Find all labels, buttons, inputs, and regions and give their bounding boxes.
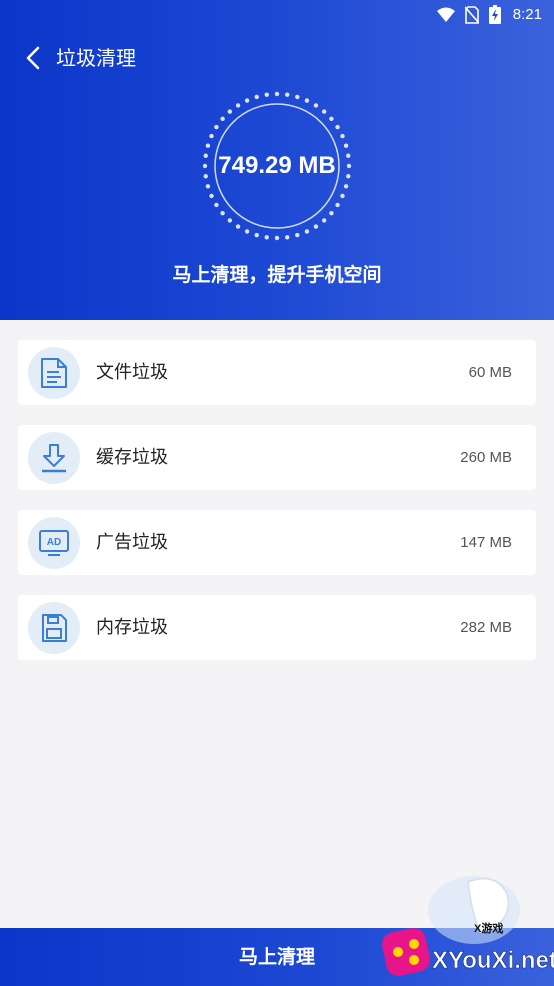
- list-item-file-junk[interactable]: 文件垃圾 60 MB: [18, 340, 536, 405]
- clean-subtitle: 马上清理，提升手机空间: [172, 264, 382, 286]
- list-item-size: 282 MB: [460, 619, 512, 636]
- status-bar: 8:21: [0, 0, 554, 30]
- page-title: 垃圾清理: [56, 46, 136, 70]
- list-item-size: 260 MB: [460, 449, 512, 466]
- status-time: 8:21: [512, 6, 542, 23]
- memory-card-icon: [42, 614, 67, 642]
- list-item-size: 147 MB: [460, 534, 512, 551]
- icon-badge: [28, 347, 80, 399]
- no-sim-icon: [464, 5, 479, 24]
- list-item-label: 缓存垃圾: [96, 447, 168, 468]
- icon-badge: [28, 602, 80, 654]
- wifi-icon: [436, 7, 455, 23]
- header: 8:21 垃圾清理 749.29 MB 马上清理，提升手机空间: [0, 0, 554, 320]
- list-item-size: 60 MB: [468, 364, 512, 381]
- svg-text:AD: AD: [47, 537, 61, 548]
- list-item-memory-junk[interactable]: 内存垃圾 282 MB: [18, 595, 536, 660]
- download-icon: [42, 444, 66, 473]
- list-item-label: 文件垃圾: [96, 362, 168, 383]
- icon-badge: AD: [28, 517, 80, 569]
- list-item-ad-junk[interactable]: AD 广告垃圾 147 MB: [18, 510, 536, 575]
- total-junk-size: 749.29 MB: [218, 152, 336, 179]
- battery-charging-icon: [488, 5, 501, 24]
- list-item-label: 内存垃圾: [96, 617, 168, 638]
- junk-list: 文件垃圾 60 MB 缓存垃圾 260 MB AD 广告垃圾 147 MB 内存…: [18, 340, 536, 680]
- junk-size-ring: 749.29 MB: [201, 90, 353, 242]
- ad-icon: AD: [39, 530, 69, 556]
- list-item-cache-junk[interactable]: 缓存垃圾 260 MB: [18, 425, 536, 490]
- back-button[interactable]: [20, 44, 48, 72]
- chevron-left-icon: [26, 46, 40, 70]
- list-item-label: 广告垃圾: [96, 532, 168, 553]
- document-icon: [41, 358, 67, 388]
- clean-now-button[interactable]: 马上清理: [0, 928, 554, 986]
- icon-badge: [28, 432, 80, 484]
